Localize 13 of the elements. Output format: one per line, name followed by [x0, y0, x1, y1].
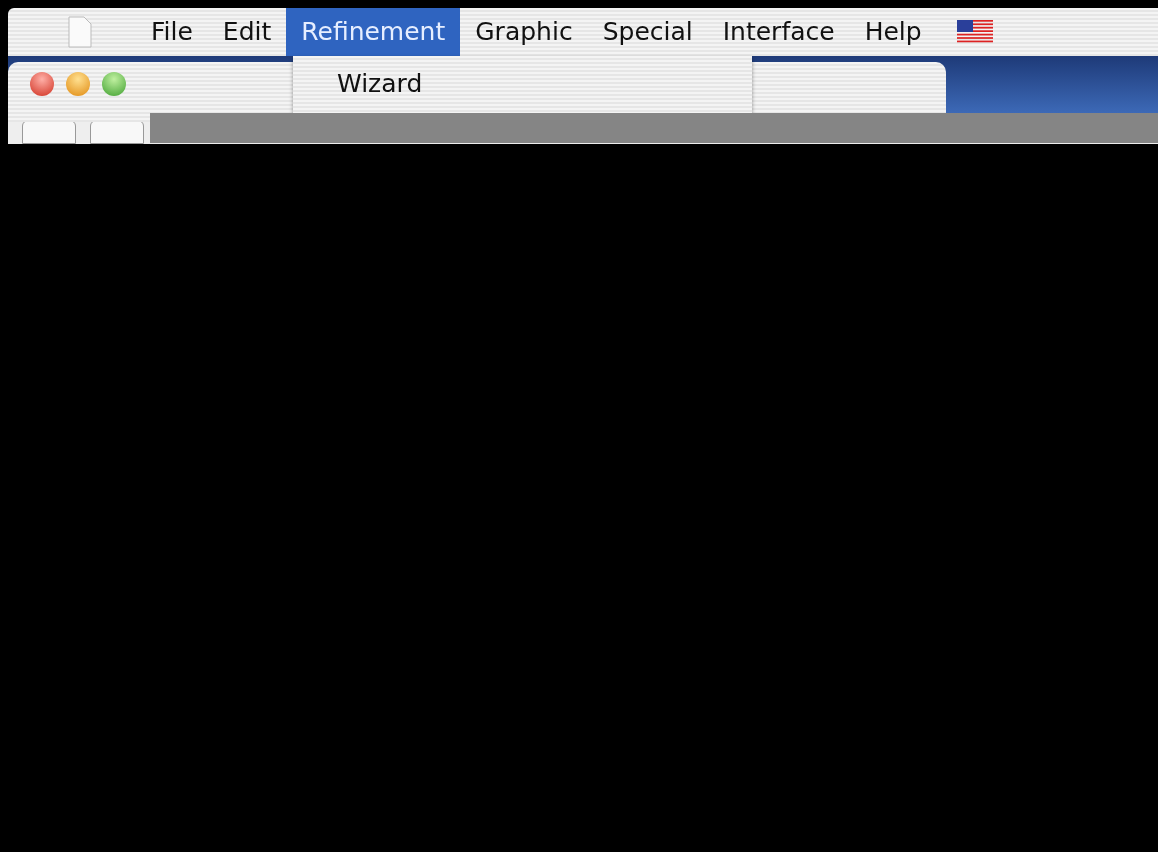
menu-item[interactable]: Special: [587, 8, 708, 56]
dropdown-item[interactable]: Wizard: [337, 66, 752, 102]
flag-icon[interactable]: [956, 20, 993, 44]
minimize-button[interactable]: [66, 72, 90, 96]
close-button[interactable]: [30, 72, 54, 96]
menu-item[interactable]: Help: [849, 8, 937, 56]
menu-item[interactable]: Interface: [707, 8, 850, 56]
menu-item[interactable]: File: [136, 8, 208, 56]
zoom-button[interactable]: [102, 72, 126, 96]
menu-item[interactable]: Refinement: [286, 8, 461, 56]
document-icon[interactable]: [68, 16, 92, 48]
menu-item[interactable]: Edit: [207, 8, 287, 56]
menu-item[interactable]: Graphic: [460, 8, 588, 56]
